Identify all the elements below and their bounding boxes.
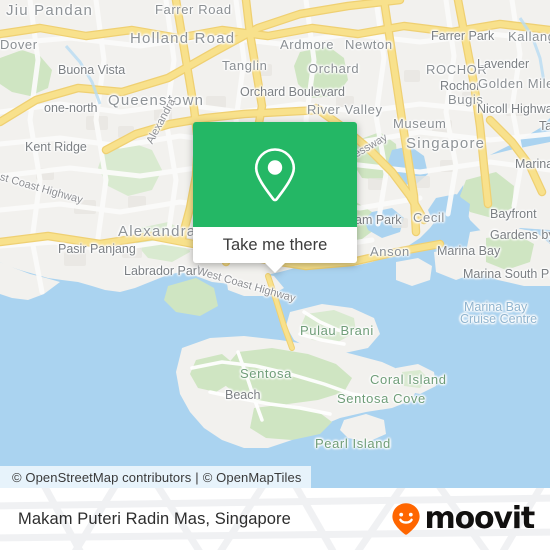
popup-header bbox=[193, 122, 357, 227]
map-popup-card[interactable]: Take me there bbox=[193, 122, 357, 273]
take-me-there-label: Take me there bbox=[222, 235, 328, 254]
attribution-openmaptiles[interactable]: © OpenMapTiles bbox=[203, 470, 302, 485]
take-me-there-button[interactable]: Take me there bbox=[193, 227, 357, 263]
map-canvas[interactable]: .land { fill:#f2f1ee; } .green1 { fill:#… bbox=[0, 0, 550, 488]
attribution-osm[interactable]: © OpenStreetMap contributors bbox=[12, 470, 191, 485]
moovit-pin-icon bbox=[391, 503, 420, 535]
map-pin-icon bbox=[254, 147, 296, 201]
popup-pointer-tail bbox=[264, 262, 286, 273]
moovit-map-page: .land { fill:#f2f1ee; } .green1 { fill:#… bbox=[0, 0, 550, 550]
location-title: Makam Puteri Radin Mas, Singapore bbox=[18, 509, 291, 528]
attribution-separator: | bbox=[195, 469, 199, 485]
moovit-logo[interactable]: moovit bbox=[391, 501, 536, 536]
moovit-wordmark: moovit bbox=[424, 501, 536, 536]
page-footer: Makam Puteri Radin Mas, Singapore moovit bbox=[0, 488, 550, 550]
map-attribution: © OpenStreetMap contributors | © OpenMap… bbox=[0, 466, 312, 488]
